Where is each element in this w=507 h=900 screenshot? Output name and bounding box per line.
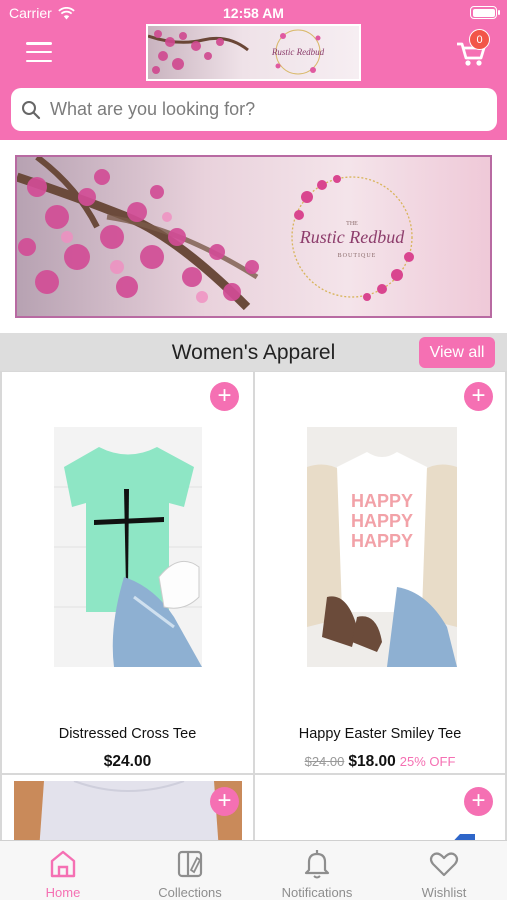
add-to-cart-button[interactable]: + — [210, 787, 239, 816]
status-bar: Carrier 12:58 AM — [0, 0, 507, 24]
tab-label: Home — [45, 885, 81, 900]
search-bar[interactable] — [11, 88, 497, 131]
app-header: Carrier 12:58 AM Rustic Redbud 0 What ar… — [0, 0, 507, 140]
product-card[interactable]: + — [2, 775, 253, 841]
product-image — [14, 781, 242, 841]
product-card[interactable]: + HAPPY HAPPY HAPPY Happy Easter Smiley … — [255, 372, 505, 773]
collections-icon — [177, 850, 203, 878]
hero-banner[interactable]: THE Rustic Redbud BOUTIQUE — [15, 155, 492, 318]
product-price-row: $24.00 $18.00 25% OFF — [255, 753, 505, 771]
search-icon — [22, 100, 41, 119]
bottom-tab-bar: Home Collections Notifications Wishlist — [0, 840, 507, 900]
add-to-cart-button[interactable]: + — [210, 382, 239, 411]
menu-button[interactable] — [23, 38, 55, 66]
tab-label: Notifications — [281, 885, 353, 900]
product-image — [54, 427, 202, 667]
hamburger-icon — [26, 42, 52, 45]
bell-icon — [304, 850, 330, 879]
view-all-button[interactable]: View all — [419, 337, 495, 368]
tab-label: Wishlist — [421, 885, 467, 900]
product-price: $24.00 — [103, 753, 152, 770]
logo-image: Rustic Redbud — [148, 26, 359, 79]
svg-text:HAPPY: HAPPY — [351, 531, 413, 551]
product-name[interactable]: Distressed Cross Tee — [2, 726, 253, 742]
banner-brand-name: Rustic Redbud — [299, 227, 405, 247]
tab-label: Collections — [158, 885, 222, 900]
product-image: HAPPY HAPPY HAPPY — [307, 427, 457, 667]
cart-count-badge: 0 — [469, 29, 490, 50]
add-to-cart-button[interactable]: + — [464, 382, 493, 411]
svg-text:HAPPY: HAPPY — [351, 511, 413, 531]
status-time: 12:58 AM — [223, 5, 284, 21]
tab-collections[interactable]: Collections — [127, 841, 253, 900]
battery-icon — [470, 6, 500, 19]
add-to-cart-button[interactable]: + — [464, 787, 493, 816]
tab-wishlist[interactable]: Wishlist — [381, 841, 507, 900]
discount-label: 25% OFF — [399, 754, 456, 769]
product-old-price: $24.00 — [304, 754, 345, 769]
search-input[interactable] — [50, 99, 480, 120]
product-grid: + Distressed Cross Tee $24.00 + HAPPY HA… — [0, 371, 507, 841]
heart-icon — [429, 852, 459, 877]
tab-notifications[interactable]: Notifications — [254, 841, 380, 900]
tab-home[interactable]: Home — [0, 841, 126, 900]
banner-brand-sub: BOUTIQUE — [338, 253, 377, 259]
home-icon — [50, 850, 76, 878]
header-logo[interactable]: Rustic Redbud — [146, 24, 361, 81]
product-card[interactable]: + — [255, 775, 505, 841]
banner-image: THE Rustic Redbud BOUTIQUE — [17, 157, 490, 316]
product-price: $18.00 — [348, 753, 396, 770]
logo-wordmark: Rustic Redbud — [271, 47, 325, 57]
product-card[interactable]: + Distressed Cross Tee $24.00 — [2, 372, 253, 773]
product-name[interactable]: Happy Easter Smiley Tee — [255, 726, 505, 742]
product-price-row: $24.00 — [2, 753, 253, 771]
svg-text:HAPPY: HAPPY — [351, 491, 413, 511]
